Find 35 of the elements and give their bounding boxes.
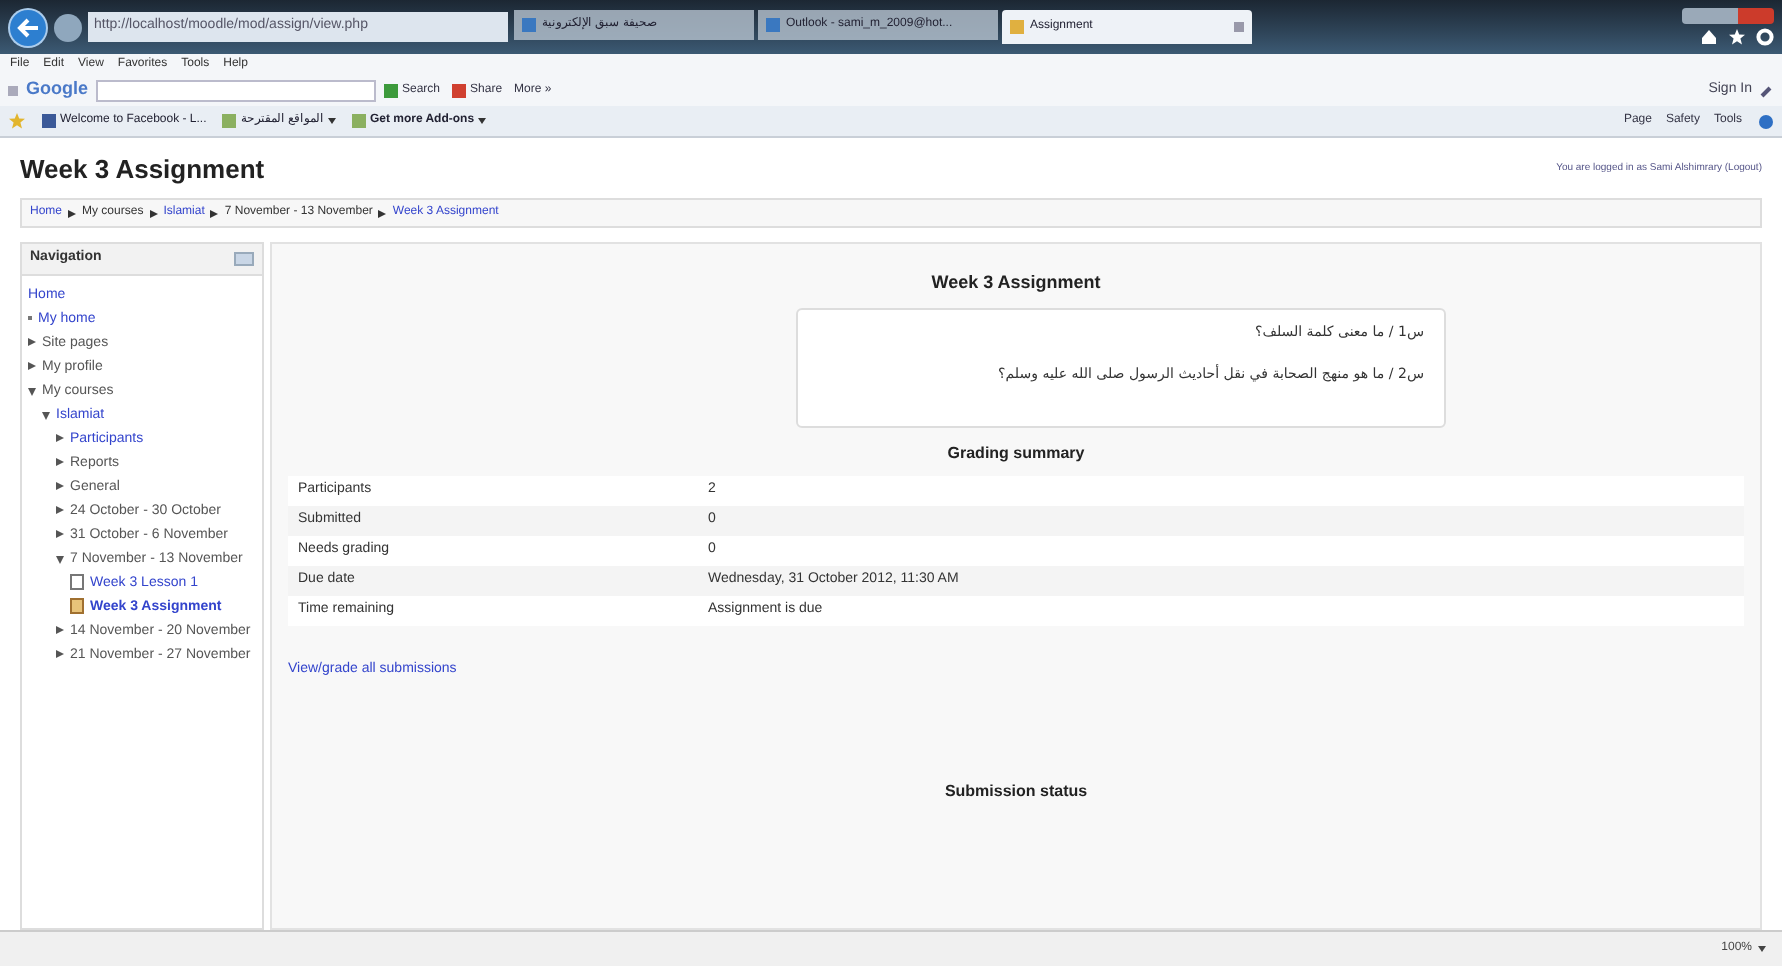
collapsed-arrow-icon[interactable] bbox=[56, 505, 64, 513]
assignment-icon bbox=[70, 597, 84, 613]
collapsed-arrow-icon[interactable] bbox=[56, 625, 64, 633]
separator-icon bbox=[68, 209, 77, 217]
separator-icon bbox=[149, 209, 158, 217]
expanded-arrow-icon[interactable] bbox=[42, 411, 50, 419]
assignment-heading: Week 3 Assignment bbox=[931, 270, 1101, 296]
collapsed-arrow-icon[interactable] bbox=[28, 361, 36, 369]
collapsed-arrow-icon[interactable] bbox=[56, 457, 64, 465]
google-logo: Google bbox=[26, 76, 88, 103]
caret-icon[interactable] bbox=[478, 118, 487, 124]
star-icon[interactable] bbox=[1728, 28, 1746, 46]
globe-icon[interactable] bbox=[1758, 113, 1774, 129]
search-field[interactable] bbox=[96, 79, 376, 101]
separator-icon bbox=[378, 209, 387, 217]
section-heading: Submission status bbox=[944, 779, 1088, 803]
collapsed-arrow-icon[interactable] bbox=[56, 529, 64, 537]
back-button[interactable] bbox=[8, 7, 48, 47]
expanded-arrow-icon[interactable] bbox=[28, 387, 36, 395]
section-heading: Grading summary bbox=[947, 441, 1085, 465]
caret-icon[interactable] bbox=[1758, 946, 1766, 952]
collapsed-arrow-icon[interactable] bbox=[56, 433, 64, 441]
collapsed-arrow-icon[interactable] bbox=[28, 337, 36, 345]
forward-button[interactable] bbox=[54, 13, 82, 41]
star-icon[interactable] bbox=[8, 112, 26, 130]
collapsed-arrow-icon[interactable] bbox=[56, 649, 64, 657]
home-icon[interactable] bbox=[1700, 28, 1718, 46]
expanded-arrow-icon[interactable] bbox=[56, 555, 64, 563]
page-title: Week 3 Assignment bbox=[20, 152, 265, 188]
settings-icon[interactable] bbox=[1756, 28, 1774, 46]
document-icon bbox=[70, 573, 84, 589]
separator-icon bbox=[210, 209, 219, 217]
caret-icon[interactable] bbox=[327, 118, 336, 124]
collapsed-arrow-icon[interactable] bbox=[56, 481, 64, 489]
arrow-left-icon bbox=[16, 17, 40, 37]
